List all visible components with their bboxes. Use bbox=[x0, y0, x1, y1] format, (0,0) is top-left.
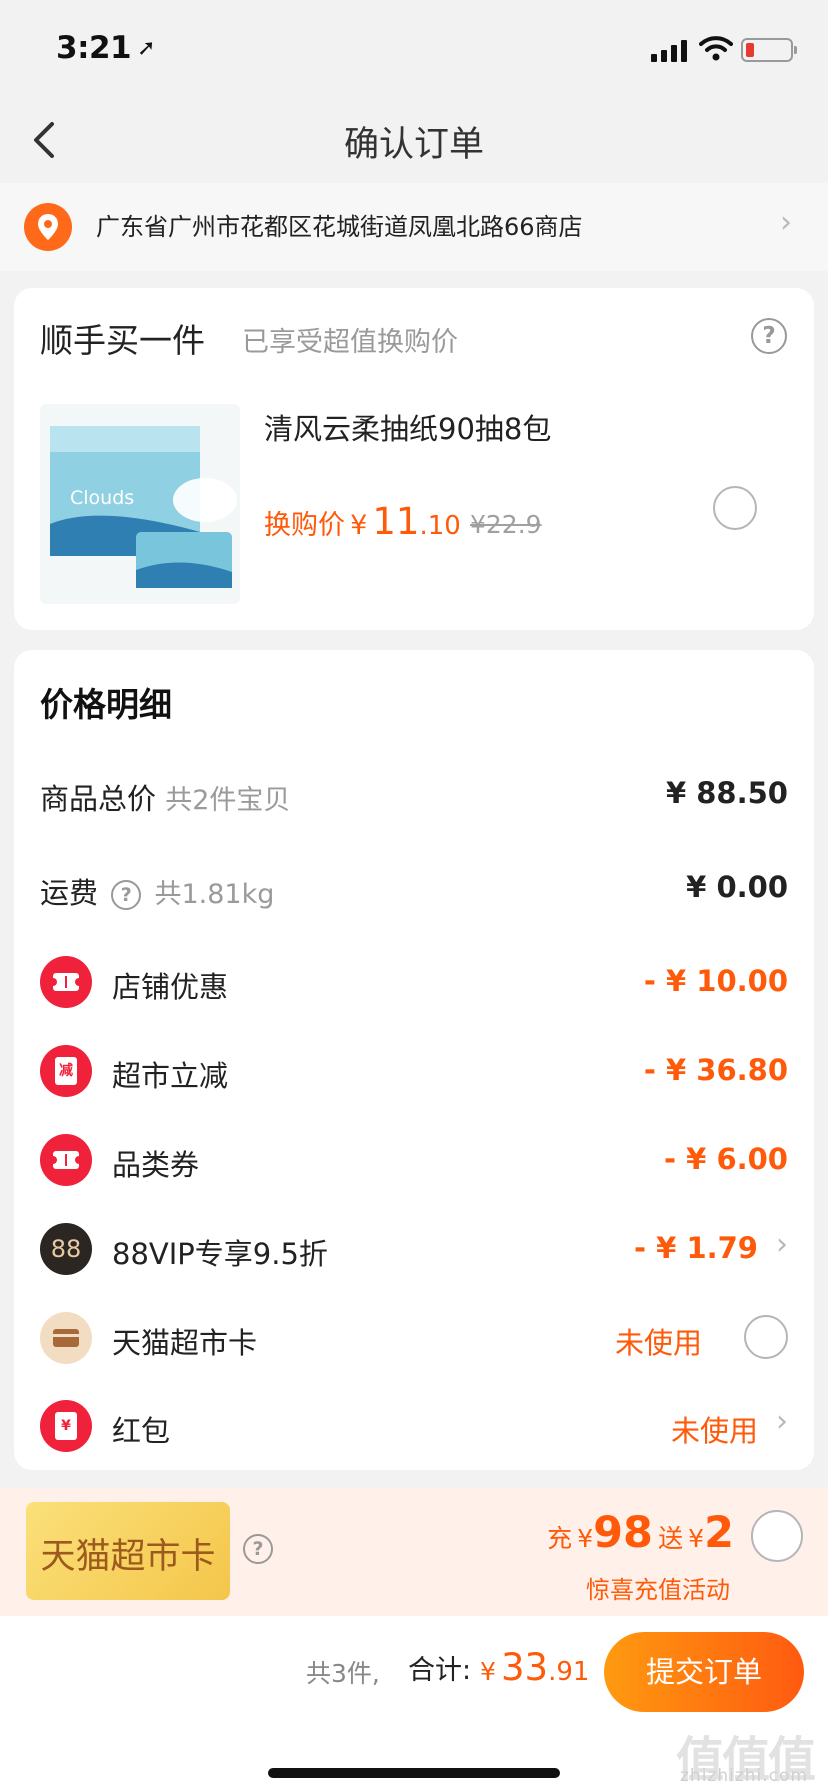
category-coupon-row: 品类券 - ¥ 6.00 bbox=[40, 1130, 788, 1190]
discount-label: 天猫超市卡 bbox=[112, 1326, 258, 1360]
discount-label: 红包 bbox=[112, 1414, 171, 1448]
coupon-ticket-icon bbox=[40, 1134, 92, 1186]
discount-value: 未使用 bbox=[670, 1414, 758, 1448]
product-image: Clouds bbox=[40, 404, 240, 604]
coupon-ticket-icon bbox=[40, 956, 92, 1008]
discount-label: 店铺优惠 bbox=[112, 970, 229, 1004]
addon-select-radio[interactable] bbox=[713, 486, 757, 530]
price-detail-heading: 价格明细 bbox=[40, 685, 172, 724]
page-title: 确认订单 bbox=[343, 125, 484, 165]
goods-total-label: 商品总价 共2件宝贝 bbox=[40, 782, 291, 816]
promo-select-radio[interactable] bbox=[751, 1510, 803, 1562]
supermarket-reduction-row: 减 超市立减 - ¥ 36.80 bbox=[40, 1041, 788, 1101]
wifi-icon bbox=[699, 36, 733, 61]
total-amount: ¥ 33.91 bbox=[480, 1646, 590, 1689]
product-name: 清风云柔抽纸90抽8包 bbox=[264, 412, 552, 446]
checkout-footer: 共3件, 合计: ¥ 33.91 提交订单 值值值 zhizhizhi.com bbox=[0, 1616, 828, 1792]
store-discount-row: 店铺优惠 - ¥ 10.00 bbox=[40, 952, 788, 1012]
supermarket-card-image: 天猫超市卡 bbox=[26, 1502, 230, 1600]
promo-offer: 充 ¥98 送 ¥2 bbox=[547, 1508, 734, 1558]
supermarket-card-radio[interactable] bbox=[744, 1315, 788, 1359]
chevron-right-icon: › bbox=[780, 205, 792, 240]
addon-subtitle: 已享受超值换购价 bbox=[242, 327, 458, 358]
discount-label: 88VIP专享9.5折 bbox=[112, 1237, 328, 1271]
promo-help-icon[interactable]: ? bbox=[243, 1534, 273, 1564]
vip-discount-row[interactable]: 88 88VIP专享9.5折 - ¥ 1.79 › bbox=[40, 1219, 788, 1279]
location-pin-icon bbox=[24, 203, 72, 251]
discount-label: 超市立减 bbox=[112, 1059, 229, 1093]
product-price: 换购价 ¥ 11.10 bbox=[264, 500, 461, 543]
recharge-promo: 天猫超市卡 ? 充 ¥98 送 ¥2 惊喜充值活动 bbox=[0, 1488, 828, 1616]
address-text: 广东省广州市花都区花城街道凤凰北路66商店 bbox=[96, 213, 583, 241]
chevron-right-icon: › bbox=[776, 1404, 788, 1439]
red-packet-row[interactable]: ¥ 红包 未使用 › bbox=[40, 1396, 788, 1456]
status-time: 3:21 ➚ bbox=[56, 30, 156, 66]
svg-text:Clouds: Clouds bbox=[70, 487, 134, 509]
88vip-icon: 88 bbox=[40, 1223, 92, 1275]
addon-title: 顺手买一件 bbox=[40, 321, 205, 360]
discount-value: - ¥ 36.80 bbox=[643, 1053, 788, 1087]
watermark-site: zhizhizhi.com bbox=[680, 1766, 808, 1786]
help-icon[interactable]: ? bbox=[751, 318, 787, 354]
addon-purchase-card: 顺手买一件 已享受超值换购价 ? Clouds 清风云柔抽纸90抽8包 换购价 … bbox=[14, 288, 814, 630]
discount-label: 品类券 bbox=[112, 1148, 200, 1182]
card-icon bbox=[40, 1312, 92, 1364]
supermarket-card-row: 天猫超市卡 未使用 bbox=[40, 1308, 788, 1368]
goods-total-value: ¥ 88.50 bbox=[665, 776, 788, 810]
battery-icon bbox=[741, 38, 797, 62]
shipping-help-icon[interactable]: ? bbox=[111, 880, 142, 910]
address-bar[interactable]: 广东省广州市花都区花城街道凤凰北路66商店 › bbox=[0, 183, 828, 271]
cellular-signal-icon bbox=[651, 40, 689, 62]
discount-value: - ¥ 10.00 bbox=[643, 964, 788, 998]
reduce-icon: 减 bbox=[40, 1045, 92, 1097]
submit-order-button[interactable]: 提交订单 bbox=[604, 1632, 804, 1712]
shipping-label: 运费 ? 共1.81kg bbox=[40, 876, 275, 910]
red-envelope-icon: ¥ bbox=[40, 1400, 92, 1452]
shipping-value: ¥ 0.00 bbox=[686, 870, 788, 904]
price-detail-card: 价格明细 商品总价 共2件宝贝 ¥ 88.50 运费 ? 共1.81kg ¥ 0… bbox=[14, 650, 814, 1470]
chevron-right-icon: › bbox=[776, 1227, 788, 1262]
total-label: 合计: bbox=[408, 1655, 472, 1686]
discount-value: - ¥ 6.00 bbox=[664, 1142, 788, 1176]
discount-value: 未使用 bbox=[614, 1326, 702, 1360]
promo-note: 惊喜充值活动 bbox=[586, 1576, 730, 1604]
location-arrow-icon: ➚ bbox=[137, 36, 156, 61]
original-price: ¥22.9 bbox=[470, 510, 542, 539]
item-count: 共3件, bbox=[306, 1659, 380, 1688]
discount-value: - ¥ 1.79 bbox=[634, 1231, 758, 1265]
home-indicator[interactable] bbox=[268, 1768, 560, 1778]
